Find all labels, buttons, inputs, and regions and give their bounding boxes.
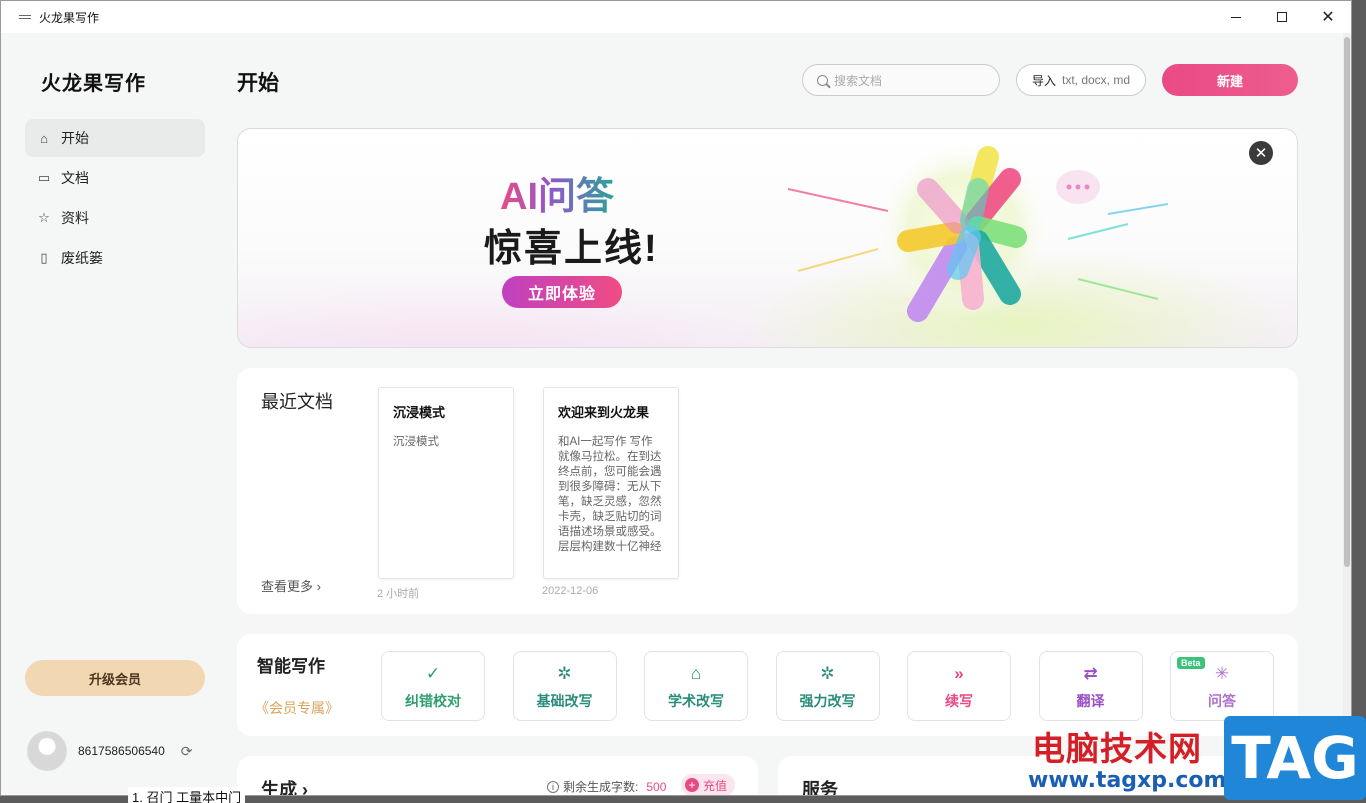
import-label: 导入 [1031,73,1056,88]
ai-qa-icon: ✳ [1214,664,1230,683]
quota-info: i 剩余生成字数: 500 [547,778,666,795]
user-profile[interactable]: 8617586506540 ⟳ [27,731,193,771]
document-card[interactable]: 欢迎来到火龙果 和AI一起写作 写作就像马拉松。在到达终点前，您可能会遇到很多障… [543,387,679,579]
maximize-button[interactable] [1259,1,1305,33]
recent-title: 最近文档 [261,392,333,412]
tool-swap[interactable]: ⇄ 翻译 [1038,651,1143,721]
document-date: 2022-12-06 [542,585,599,597]
document-title: 沉浸模式 [393,405,446,420]
banner-close-button[interactable]: ✕ [1249,141,1273,165]
plus-icon: + [685,778,699,792]
close-icon: ✕ [1321,9,1335,26]
generate-title[interactable]: 生成 › [261,776,308,796]
sidebar-item-label: 文档 [61,170,89,186]
banner-headline: AI问答 [500,165,614,220]
window-title: 火龙果写作 [39,10,100,25]
vertical-scrollbar[interactable] [1343,33,1351,795]
page-title: 开始 [237,72,279,95]
document-date: 2 小时前 [377,588,420,600]
sidebar-item-materials[interactable]: ☆ 资料 [25,199,205,237]
sidebar-nav: ⌂ 开始 ▭ 文档 ☆ 资料 ▯ 废纸篓 [25,119,205,279]
watermark-text: 电脑技术网 [1032,729,1202,768]
generate-title-label: 生成 [261,780,297,796]
quota-value: 500 [646,779,667,794]
trash-icon: ▯ [40,250,48,265]
try-now-button[interactable]: 立即体验 [502,276,622,308]
site-watermark: 电脑技术网 www.tagxp.com TAG [1020,716,1366,803]
close-window-button[interactable]: ✕ [1305,1,1351,33]
sidebar-item-label: 开始 [61,130,89,146]
search-icon [817,74,828,86]
magic-wand-icon: ✲ [557,664,572,683]
document-preview: 沉浸模式 [393,436,439,448]
banner-subline: 惊喜上线! [484,228,659,270]
view-more-link[interactable]: 查看更多 › [261,576,321,595]
tool-label: 学术改写 [668,693,724,709]
close-icon: ✕ [1254,145,1268,162]
tool-graduation-cap[interactable]: ⌂ 学术改写 [644,651,748,721]
generate-card: 生成 › i 剩余生成字数: 500 + 充值 [237,756,758,796]
upgrade-member-button[interactable]: 升级会员 [25,660,205,696]
document-card[interactable]: 沉浸模式 沉浸模式 [378,387,514,579]
recharge-label: 充值 [703,778,728,793]
double-chevron-icon: » [954,664,964,683]
tool-label: 翻译 [1076,693,1105,709]
swap-icon: ⇄ [1083,664,1098,683]
background-window-text: 1. 召门 工量本中门 [128,787,246,803]
watermark-logo: TAG [1224,716,1366,800]
chat-bubble-icon [1056,170,1100,204]
search-placeholder: 搜索文档 [834,73,883,88]
app-logo: 火龙果写作 [41,73,146,95]
sidebar-item-documents[interactable]: ▭ 文档 [25,159,205,197]
tool-check[interactable]: ✓ 纠错校对 [381,651,485,721]
sidebar-item-label: 废纸篓 [61,250,103,266]
import-hint: txt, docx, md [1061,73,1131,87]
star-icon: ☆ [38,210,50,225]
document-title: 欢迎来到火龙果 [558,405,650,420]
title-bar[interactable]: 火龙果写作 ✕ [1,1,1351,33]
document-icon: ▭ [37,170,51,185]
minimize-icon [1231,16,1241,18]
tool-label: 续写 [945,693,973,709]
sidebar-item-start[interactable]: ⌂ 开始 [25,119,205,157]
recent-documents-card: 最近文档 查看更多 › 沉浸模式 沉浸模式 2 小时前 欢迎来到火龙果 和AI一… [237,368,1298,614]
sparkle-wand-icon: ✲ [820,664,835,683]
search-input[interactable]: 搜索文档 [802,64,1000,96]
check-icon: ✓ [425,664,441,683]
app-window: 火龙果写作 ✕ 火龙果写作 ⌂ 开始 ▭ 文档 ☆ 资料 ▯ 废纸篓 升级会员 [0,0,1352,796]
sidebar-item-trash[interactable]: ▯ 废纸篓 [25,239,205,277]
tool-label: 基础改写 [536,693,593,709]
minimize-button[interactable] [1213,1,1259,33]
graduation-cap-icon: ⌂ [690,664,702,683]
tool-sparkle-wand[interactable]: ✲ 强力改写 [775,651,880,721]
scrollbar-thumb[interactable] [1344,37,1350,567]
sidebar: 火龙果写作 ⌂ 开始 ▭ 文档 ☆ 资料 ▯ 废纸篓 升级会员 86175865… [1,33,217,795]
watermark-url: www.tagxp.com [1028,768,1227,793]
sync-icon[interactable]: ⟳ [181,743,193,760]
tool-label: 问答 [1208,693,1236,709]
import-button[interactable]: 导入 txt, docx, md [1016,64,1146,96]
user-phone: 8617586506540 [78,744,165,758]
document-preview: 和AI一起写作 写作就像马拉松。在到达终点前，您可能会遇到很多障碍：无从下笔，缺… [558,436,662,553]
promo-banner[interactable]: AI问答 惊喜上线! 立即体验 ✕ [237,128,1298,348]
info-icon: i [547,780,559,793]
tool-label: 强力改写 [799,693,856,709]
tool-magic-wand[interactable]: ✲ 基础改写 [512,651,617,721]
tool-ai-qa[interactable]: Beta ✳ 问答 [1170,651,1274,721]
app-icon [19,15,31,19]
sidebar-item-label: 资料 [61,210,89,226]
recharge-button[interactable]: + 充值 [681,774,736,795]
home-icon: ⌂ [40,130,48,146]
tool-label: 纠错校对 [405,693,461,709]
tool-double-chevron[interactable]: » 续写 [907,651,1011,721]
new-document-button[interactable]: 新建 [1162,64,1298,96]
view-more-label: 查看更多 [261,579,314,594]
smart-writing-title: 智能写作 [257,657,325,676]
quota-label: 剩余生成字数: [563,780,639,794]
service-title: 服务 [802,780,838,796]
member-only-label: 《会员专属》 [255,700,339,716]
ai-burst-illustration [787,139,1169,322]
avatar[interactable] [27,731,67,771]
maximize-icon [1277,12,1287,22]
